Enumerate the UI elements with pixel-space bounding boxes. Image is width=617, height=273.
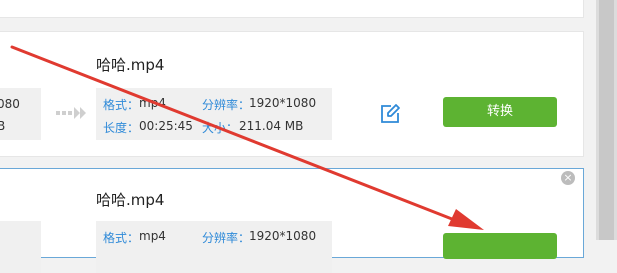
source-resolution: 080 — [0, 97, 20, 111]
file-title: 哈哈.mp4 — [96, 191, 165, 209]
resolution-value: 1920*1080 — [249, 229, 317, 243]
file-info-box: 格式： mp4 分辨率： 1920*1080 — [96, 221, 332, 273]
scrollbar-thumb[interactable] — [599, 0, 614, 240]
close-icon[interactable]: × — [561, 171, 575, 185]
source-info: 080 B — [0, 88, 41, 140]
edit-icon[interactable] — [379, 103, 401, 125]
format-label: 格式： — [103, 98, 140, 112]
resolution-label: 分辨率： — [202, 98, 251, 112]
source-size: B — [0, 119, 6, 133]
duration-label: 长度： — [103, 121, 140, 135]
file-card-selected: × 哈哈.mp4 格式： mp4 分辨率： 1920*1080 — [0, 168, 584, 273]
duration-value: 00:25:45 — [139, 119, 193, 133]
scrollbar[interactable] — [596, 0, 617, 240]
file-card: 080 B 哈哈.mp4 格式： mp4 分辨率： 1920*1080 长度： … — [0, 31, 584, 157]
file-card-previous — [0, 0, 584, 18]
format-value: mp4 — [139, 229, 166, 243]
file-info-box: 格式： mp4 分辨率： 1920*1080 长度： 00:25:45 大小： … — [96, 88, 332, 140]
convert-button[interactable]: 转换 — [443, 97, 557, 127]
file-title: 哈哈.mp4 — [96, 56, 165, 74]
format-label: 格式： — [103, 231, 140, 245]
double-chevron-right-icon — [56, 107, 86, 119]
resolution-value: 1920*1080 — [249, 96, 317, 110]
size-label: 大小： — [202, 121, 239, 135]
resolution-label: 分辨率： — [202, 231, 251, 245]
format-value: mp4 — [139, 96, 166, 110]
convert-button[interactable] — [443, 233, 557, 259]
size-value: 211.04 MB — [239, 119, 304, 133]
source-info — [0, 221, 41, 273]
